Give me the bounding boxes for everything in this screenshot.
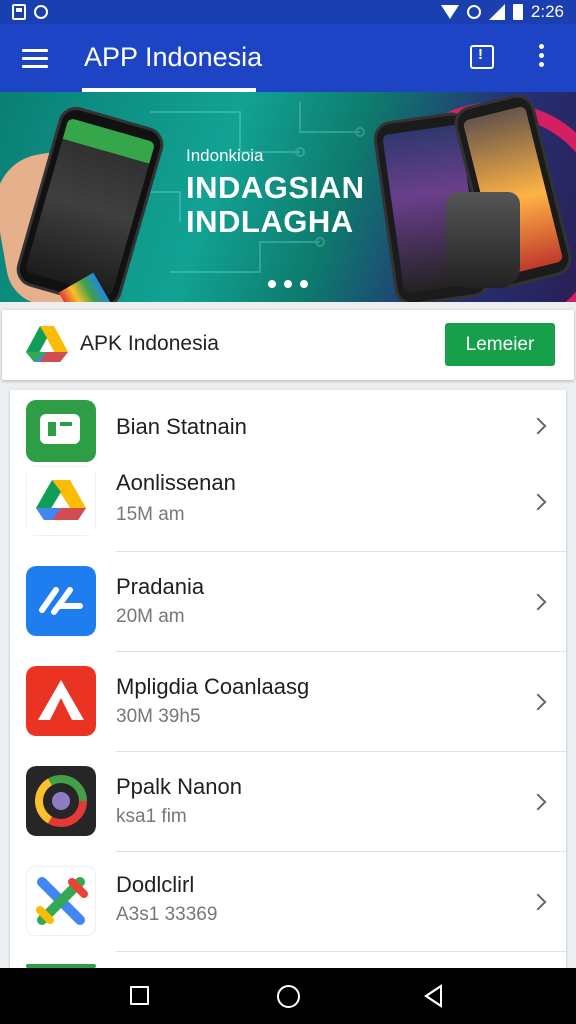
drive-triangle-icon <box>26 466 96 536</box>
featured-title: APK Indonesia <box>80 332 219 355</box>
chevron-right-icon <box>529 417 547 435</box>
app-meta: 30M 39h5 <box>116 706 201 727</box>
chevron-right-icon <box>529 493 547 511</box>
app-name: Ppalk Nanon <box>116 774 242 799</box>
status-bar: 2:26 <box>0 0 576 24</box>
colorful-x-app-icon <box>26 866 96 936</box>
list-item[interactable]: Pradania 20M am <box>10 552 566 652</box>
recents-button[interactable] <box>130 986 149 1005</box>
app-meta: ksa1 fim <box>116 806 187 827</box>
list-item[interactable]: Aonlissenan 15M am <box>10 454 566 552</box>
back-button[interactable] <box>424 984 442 1008</box>
list-item[interactable] <box>10 952 566 968</box>
more-options-icon[interactable] <box>534 44 548 72</box>
app-bar: APP Indonesia <box>0 24 576 92</box>
wifi-icon <box>440 5 459 19</box>
signal-icon <box>488 4 505 20</box>
app-name: Dodlclirl <box>116 872 195 897</box>
promo-banner[interactable]: Indonkioia INDAGSIAN INDLAGHA <box>0 92 576 302</box>
list-item[interactable]: Mpligdia Coanlaasg 30M 39h5 <box>10 652 566 752</box>
app-list: Bian Statnain Aonlissenan 15M am Pradani… <box>10 390 566 968</box>
list-item[interactable]: Dodlclirl A3s1 33369 <box>10 852 566 952</box>
list-item[interactable]: Bian Statnain <box>10 390 566 462</box>
status-time: 2:26 <box>530 2 564 21</box>
banner-subtitle: Indonkioia <box>186 146 264 165</box>
app-name: Mpligdia Coanlaasg <box>116 674 310 699</box>
green-chat-app-icon <box>26 400 96 462</box>
speaker-illustration <box>446 192 520 288</box>
blue-link-app-icon <box>26 566 96 636</box>
menu-icon[interactable] <box>22 46 56 70</box>
drive-triangle-icon <box>26 326 68 362</box>
featured-card[interactable]: APK Indonesia Lemeier <box>2 310 574 380</box>
chevron-right-icon <box>529 593 547 611</box>
chevron-right-icon <box>529 893 547 911</box>
banner-headline-1: INDAGSIAN <box>186 170 365 205</box>
chrome-ring-icon <box>26 766 96 836</box>
list-item[interactable]: Ppalk Nanon ksa1 fim <box>10 752 566 852</box>
home-button[interactable] <box>277 985 300 1008</box>
app-meta: 15M am <box>116 504 185 525</box>
sync-icon <box>466 5 481 19</box>
battery-icon <box>512 4 523 20</box>
app-name: Bian Statnain <box>116 414 247 439</box>
app-meta: 20M am <box>116 606 185 627</box>
learn-more-button[interactable]: Lemeier <box>445 323 555 366</box>
app-name: Aonlissenan <box>116 470 236 495</box>
app-meta: A3s1 33369 <box>116 904 218 925</box>
screenshot-notification-icon <box>12 4 26 20</box>
carousel-dots[interactable] <box>268 280 308 288</box>
page-title: APP Indonesia <box>84 42 263 72</box>
banner-headline-2: INDLAGHA <box>186 204 354 239</box>
chevron-right-icon <box>529 793 547 811</box>
app-name: Pradania <box>116 574 205 599</box>
alarm-icon <box>34 5 48 19</box>
feedback-icon[interactable] <box>470 45 494 69</box>
system-nav-bar <box>0 968 576 1024</box>
red-a-app-icon <box>26 666 96 736</box>
chevron-right-icon <box>529 693 547 711</box>
